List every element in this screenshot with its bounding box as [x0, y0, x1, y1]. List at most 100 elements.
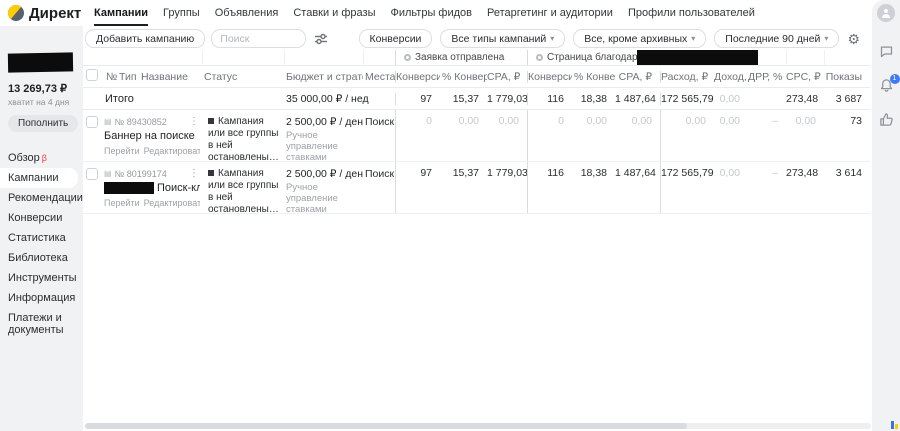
kebab-menu-icon[interactable]: ⋮: [189, 116, 200, 127]
impressions: 73: [824, 110, 870, 161]
totals-cpc: 273,48: [786, 93, 824, 105]
totals-budget: 35 000,00 ₽ / нед: [284, 93, 363, 105]
status-text: Кампания или все группы в ней остановлен…: [208, 116, 279, 161]
col-spend: Расход, ₽: [660, 71, 714, 83]
col-num: №: [101, 71, 119, 83]
period-value: Последние 90 дней: [725, 33, 820, 45]
totals-row: Итого 35 000,00 ₽ / нед 97 15,37 1 779,0…: [83, 88, 870, 110]
go-to-link[interactable]: Перейти: [104, 146, 140, 156]
top-bar: Директ Кампании Группы Объявления Ставки…: [0, 0, 872, 26]
strategy-label: Ручное управление ставками: [286, 130, 358, 161]
sidebar-item-label: Информация: [8, 292, 75, 304]
sidebar-item-tools[interactable]: Инструменты: [0, 268, 83, 288]
campaign-type-dropdown[interactable]: Все типы кампаний ▾: [440, 29, 565, 48]
sidebar-item-library[interactable]: Библиотека: [0, 248, 83, 268]
direct-logo[interactable]: Директ: [0, 5, 86, 22]
sidebar-item-label: Рекомендации: [8, 192, 83, 204]
archive-filter-value: Все, кроме архивных: [584, 33, 687, 45]
edit-link[interactable]: Редактировать: [144, 198, 200, 208]
cpc: 0,00: [786, 110, 824, 161]
horizontal-scrollbar-thumb[interactable]: [85, 423, 687, 429]
filter-settings-icon[interactable]: [314, 32, 328, 46]
campaign-name[interactable]: Поиск-клик: [104, 182, 200, 194]
kebab-menu-icon[interactable]: ⋮: [189, 168, 200, 179]
col-conversions-1: Конверсии: [395, 71, 440, 83]
sidebar-item-campaigns[interactable]: Кампании: [0, 168, 78, 188]
tab-campaigns[interactable]: Кампании: [94, 0, 148, 26]
conv-rate-2: 0,00: [572, 110, 615, 161]
row-checkbox[interactable]: [86, 116, 98, 128]
campaign-type-value: Все типы кампаний: [451, 33, 546, 45]
goal-icon: [536, 54, 543, 61]
totals-spend: 172 565,79: [660, 93, 714, 105]
drr: –: [748, 162, 786, 213]
col-impressions: Показы: [824, 71, 870, 83]
bell-icon[interactable]: 1: [879, 78, 894, 98]
chat-icon[interactable]: [879, 44, 894, 64]
conversions-1: 0: [395, 110, 440, 161]
tab-feed-filters[interactable]: Фильтры фидов: [391, 0, 473, 26]
conv-rate-1: 15,37: [440, 162, 487, 213]
cpc: 273,48: [786, 162, 824, 213]
period-dropdown[interactable]: Последние 90 дней ▾: [714, 29, 839, 48]
campaign-name[interactable]: Баннер на поиске: [104, 130, 200, 142]
conversions-button[interactable]: Конверсии: [359, 29, 433, 48]
conv-rate-1: 0,00: [440, 110, 487, 161]
budget-value[interactable]: 2 500,00 ₽ / день: [286, 168, 359, 180]
sidebar-item-overview[interactable]: Обзорβ: [0, 148, 83, 168]
sidebar-menu: Обзорβ Кампании Рекомендации Конверсии С…: [0, 148, 83, 340]
balance-note: хватит на 4 дня: [8, 97, 83, 107]
totals-impressions: 3 687: [824, 93, 870, 105]
row-checkbox[interactable]: [86, 168, 98, 180]
sidebar-item-label: Статистика: [8, 232, 66, 244]
revenue: 0,00: [714, 110, 748, 161]
select-all-checkbox[interactable]: [86, 69, 98, 81]
tab-user-profiles[interactable]: Профили пользователей: [628, 0, 755, 26]
goal-icon: [404, 54, 411, 61]
sidebar-item-information[interactable]: Информация: [0, 288, 83, 308]
thumbs-up-icon[interactable]: [879, 112, 894, 132]
top-navigation: Кампании Группы Объявления Ставки и фраз…: [94, 0, 755, 26]
beta-badge: β: [42, 153, 47, 163]
gear-icon[interactable]: ⚙: [847, 32, 860, 46]
campaigns-table: Заявка отправлена Страница благодарности…: [83, 50, 870, 214]
topup-button[interactable]: Пополнить: [8, 115, 78, 132]
tab-ads[interactable]: Объявления: [215, 0, 279, 26]
col-budget: Бюджет и стратегия: [284, 71, 363, 83]
edit-link[interactable]: Редактировать: [144, 146, 200, 156]
totals-conversions-2: 116: [527, 93, 572, 105]
sidebar-item-payments[interactable]: Платежи и документы: [0, 308, 72, 340]
tab-retargeting[interactable]: Ретаргетинг и аудитории: [487, 0, 613, 26]
avatar[interactable]: [877, 4, 895, 22]
add-campaign-button[interactable]: Добавить кампанию: [85, 29, 205, 48]
search-input[interactable]: [211, 29, 306, 48]
conversions-1: 97: [395, 162, 440, 213]
tab-bids-phrases[interactable]: Ставки и фразы: [293, 0, 375, 26]
sidebar-item-label: Библиотека: [8, 252, 68, 264]
cpa-1: 1 779,03: [487, 162, 527, 213]
horizontal-scrollbar: [85, 423, 871, 429]
yandex-direct-app: Директ Кампании Группы Объявления Ставки…: [0, 0, 900, 431]
status-text: Кампания или все группы в ней остановлен…: [208, 168, 279, 213]
metrica-widget-icon[interactable]: [891, 421, 898, 429]
campaign-type-icon: ▤: [104, 117, 112, 126]
archive-filter-dropdown[interactable]: Все, кроме архивных ▾: [573, 29, 706, 48]
col-revenue: Доход, ₽: [714, 71, 748, 83]
sidebar-item-conversions[interactable]: Конверсии: [0, 208, 83, 228]
totals-cpa-1: 1 779,03: [487, 93, 527, 105]
sidebar-item-label: Кампании: [8, 172, 59, 184]
goal-group-1: Заявка отправлена: [395, 50, 527, 65]
tab-groups[interactable]: Группы: [163, 0, 200, 26]
sidebar-item-statistics[interactable]: Статистика: [0, 228, 83, 248]
stopped-status-icon: [208, 118, 214, 124]
sidebar-item-recommendations[interactable]: Рекомендации: [0, 188, 83, 208]
drr: –: [748, 110, 786, 161]
budget-value[interactable]: 2 500,00 ₽ / день: [286, 116, 359, 128]
chevron-down-icon: ▾: [824, 34, 828, 43]
toolbar-filters: Конверсии Все типы кампаний ▾ Все, кроме…: [359, 29, 860, 48]
totals-conv-rate-2: 18,38: [572, 93, 615, 105]
col-status: Статус: [202, 71, 284, 83]
totals-revenue: 0,00: [714, 93, 748, 105]
revenue: 0,00: [714, 162, 748, 213]
go-to-link[interactable]: Перейти: [104, 198, 140, 208]
